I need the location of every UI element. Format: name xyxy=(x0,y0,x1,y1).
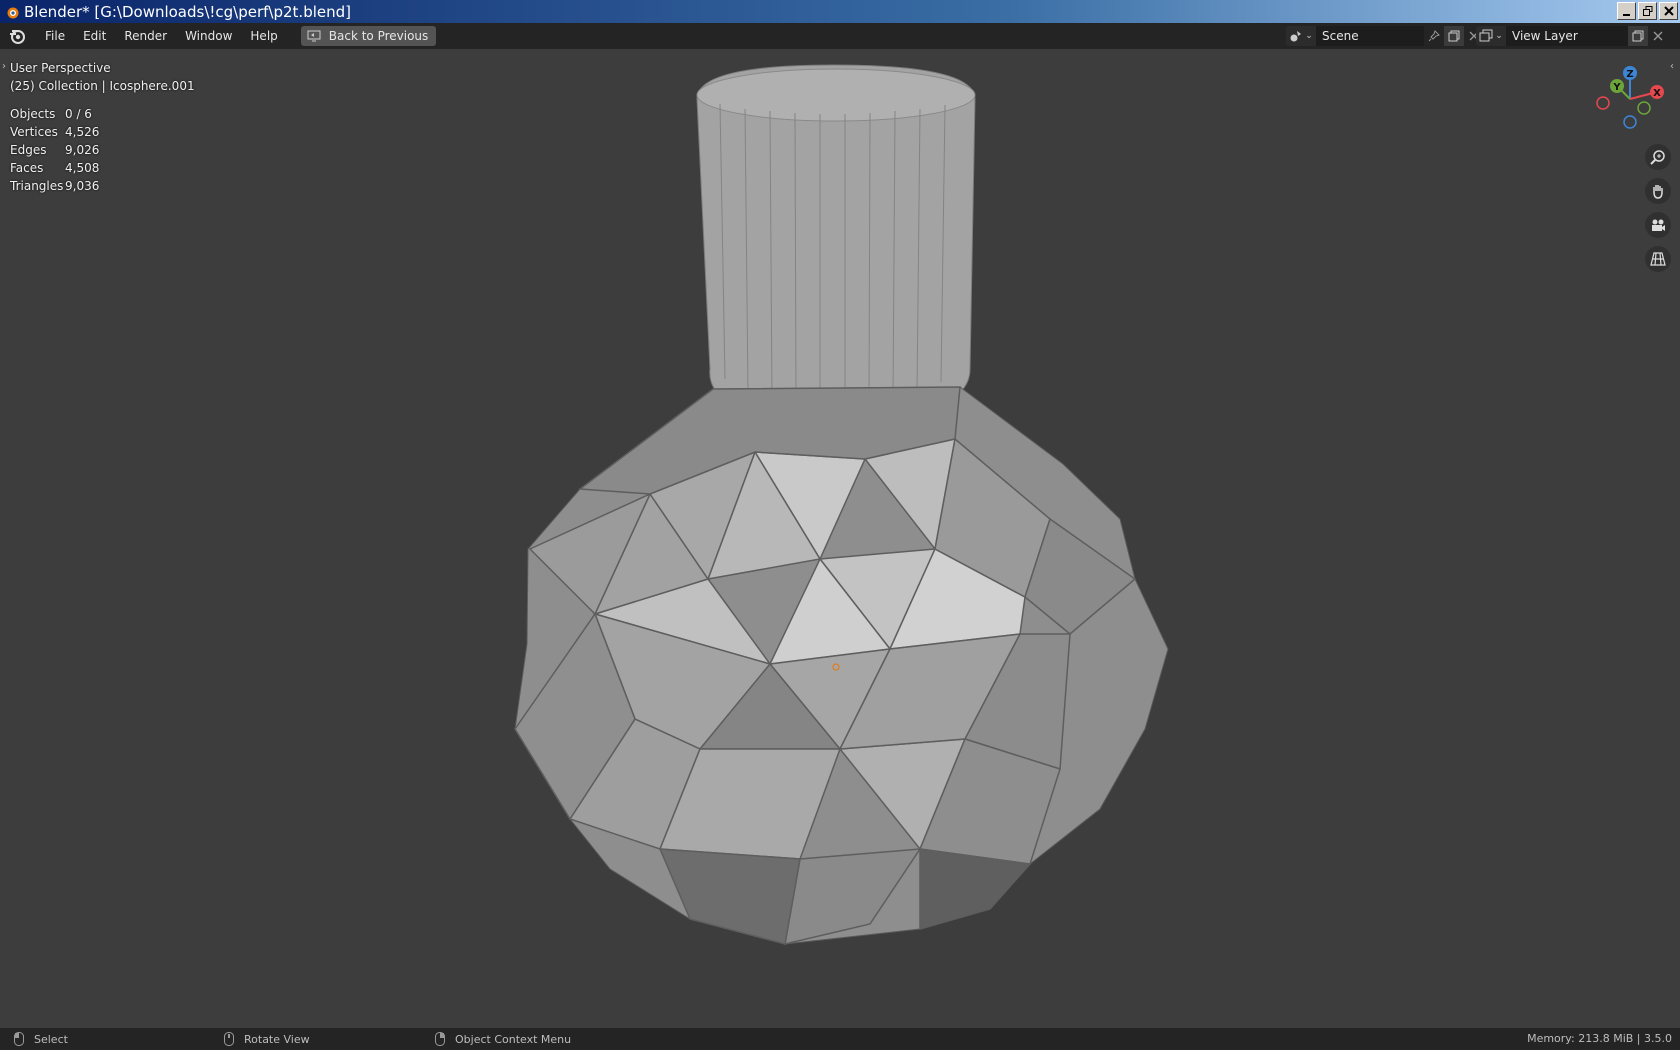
back-to-previous-button[interactable]: Back to Previous xyxy=(300,26,437,46)
close-button[interactable] xyxy=(1659,2,1678,20)
toolbar-toggle-arrow[interactable]: › xyxy=(2,61,6,72)
camera-icon xyxy=(1652,219,1665,231)
zoom-icon xyxy=(1650,150,1665,165)
stat-label: Triangles xyxy=(10,179,64,193)
new-scene-button[interactable] xyxy=(1444,26,1464,46)
close-icon xyxy=(1663,6,1674,16)
view-layer-selector: ⌄ View Layer xyxy=(1476,25,1668,47)
viewport-nav-buttons xyxy=(1645,144,1671,272)
window-title: Blender* [G:\Downloads\!cg\perf\p2t.blen… xyxy=(24,2,351,21)
stat-value: 9,026 xyxy=(65,143,100,157)
scene-name-field[interactable]: Scene xyxy=(1316,26,1424,46)
stat-label: Edges xyxy=(10,143,47,157)
view-layer-browse-button[interactable]: ⌄ xyxy=(1476,26,1506,46)
scene-icon xyxy=(1290,31,1302,42)
new-view-layer-button[interactable] xyxy=(1628,26,1648,46)
scene-selector: ⌄ Scene xyxy=(1286,25,1484,47)
3d-model-bottle xyxy=(514,64,1169,945)
chevron-down-icon: ⌄ xyxy=(1305,31,1313,41)
scene-name: Scene xyxy=(1322,29,1359,43)
screen-icon xyxy=(307,30,321,42)
status-select-label: Select xyxy=(34,1032,68,1046)
sidebar-toggle-arrow[interactable]: ‹ xyxy=(1670,61,1674,72)
viewport-info-overlay: User Perspective (25) Collection | Icosp… xyxy=(10,59,195,95)
status-rotate-hint: Rotate View xyxy=(224,1032,310,1046)
mouse-middle-icon xyxy=(224,1032,234,1046)
gizmo-x-label: X xyxy=(1653,88,1661,99)
collection-label: (25) Collection | Icosphere.001 xyxy=(10,79,195,93)
back-to-previous-label: Back to Previous xyxy=(328,29,429,43)
stat-row-vertices: Vertices 4,526 xyxy=(10,123,99,141)
stat-row-edges: Edges 9,026 xyxy=(10,141,99,159)
window-title-bar: Blender* [G:\Downloads\!cg\perf\p2t.blen… xyxy=(0,0,1680,23)
menu-help[interactable]: Help xyxy=(241,23,286,49)
gizmo-z-label: Z xyxy=(1626,69,1633,80)
chevron-down-icon: ⌄ xyxy=(1495,31,1503,41)
gizmo-neg-y-axis[interactable] xyxy=(1637,101,1651,115)
scene-statistics: Objects 0 / 6 Vertices 4,526 Edges 9,026… xyxy=(10,105,99,195)
ortho-toggle-button[interactable] xyxy=(1645,246,1671,272)
gizmo-y-label: Y xyxy=(1612,82,1621,93)
menu-render[interactable]: Render xyxy=(115,23,176,49)
camera-view-button[interactable] xyxy=(1645,212,1671,238)
memory-status: Memory: 213.8 MiB | 3.5.0 xyxy=(1527,1032,1672,1045)
stat-row-faces: Faces 4,508 xyxy=(10,159,99,177)
pin-scene-button[interactable] xyxy=(1424,26,1444,46)
stat-label: Objects xyxy=(10,107,56,121)
menu-edit[interactable]: Edit xyxy=(74,23,115,49)
stat-value: 9,036 xyxy=(65,179,100,193)
navigation-gizmo[interactable]: Z X Y xyxy=(1590,59,1670,139)
stat-value: 4,526 xyxy=(65,125,100,139)
status-bar: Select Rotate View Object Context Menu M… xyxy=(0,1028,1680,1050)
view-layer-name: View Layer xyxy=(1512,29,1578,43)
menu-window[interactable]: Window xyxy=(176,23,241,49)
status-context-label: Object Context Menu xyxy=(455,1032,572,1046)
stat-label: Vertices xyxy=(10,125,58,139)
view-layer-name-field[interactable]: View Layer xyxy=(1506,26,1628,46)
duplicate-icon xyxy=(1632,30,1644,42)
stat-value: 0 / 6 xyxy=(65,107,92,121)
status-context-hint: Object Context Menu xyxy=(435,1032,571,1046)
menu-file[interactable]: File xyxy=(36,23,74,49)
stat-row-triangles: Triangles 9,036 xyxy=(10,177,99,195)
zoom-button[interactable] xyxy=(1645,144,1671,170)
stat-label: Faces xyxy=(10,161,44,175)
top-menu-bar: File Edit Render Window Help Back to Pre… xyxy=(0,23,1680,49)
3d-viewport[interactable]: › ‹ User Perspective (25) Collection | I… xyxy=(0,49,1680,1028)
restore-icon xyxy=(1642,6,1652,16)
status-rotate-label: Rotate View xyxy=(244,1032,310,1046)
minimize-button[interactable] xyxy=(1617,2,1636,20)
pin-icon xyxy=(1428,30,1440,42)
blender-logo-icon[interactable] xyxy=(8,27,26,45)
perspective-label: User Perspective xyxy=(10,61,111,75)
render-layers-icon xyxy=(1479,29,1493,42)
delete-view-layer-button[interactable] xyxy=(1648,26,1668,46)
duplicate-icon xyxy=(1448,30,1460,42)
hand-icon xyxy=(1653,185,1663,199)
status-select-hint: Select xyxy=(14,1032,68,1046)
gizmo-neg-x-axis[interactable] xyxy=(1596,96,1610,110)
mouse-right-icon xyxy=(435,1032,445,1046)
restore-button[interactable] xyxy=(1638,2,1657,20)
blender-app-icon xyxy=(7,7,19,18)
stat-row-objects: Objects 0 / 6 xyxy=(10,105,99,123)
minimize-icon xyxy=(1623,13,1630,16)
stat-value: 4,508 xyxy=(65,161,100,175)
pan-button[interactable] xyxy=(1645,178,1671,204)
mouse-left-icon xyxy=(14,1032,24,1046)
scene-browse-button[interactable]: ⌄ xyxy=(1286,26,1316,46)
close-icon xyxy=(1653,31,1663,41)
grid-icon xyxy=(1650,252,1666,266)
gizmo-neg-z-axis[interactable] xyxy=(1623,115,1637,129)
